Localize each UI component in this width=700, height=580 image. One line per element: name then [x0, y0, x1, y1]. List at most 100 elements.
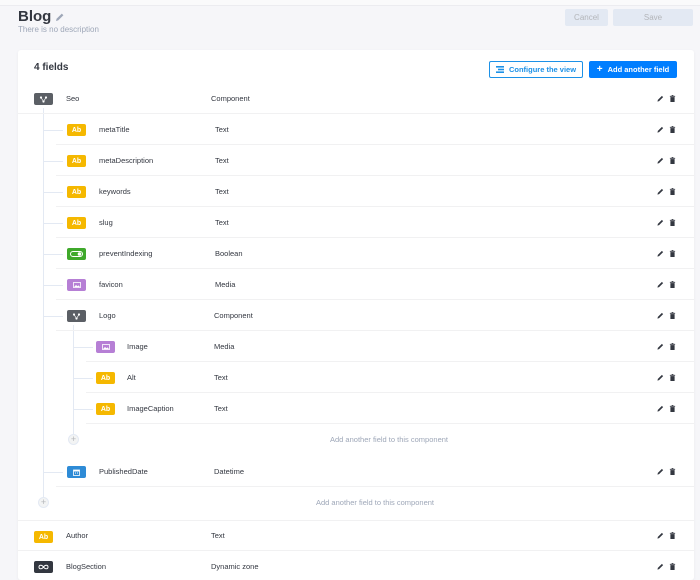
cancel-button[interactable]: Cancel — [565, 9, 608, 26]
trash-icon[interactable] — [669, 187, 676, 195]
edit-icon[interactable] — [657, 312, 664, 319]
infinity-icon — [34, 561, 53, 573]
text-type-icon: Ab — [67, 155, 86, 167]
field-type: Text — [215, 155, 229, 165]
field-type: Text — [214, 372, 228, 382]
add-field-button[interactable]: + Add another field — [589, 61, 677, 78]
field-row-slug[interactable]: Ab slug Text — [56, 207, 694, 238]
row-actions — [657, 467, 676, 475]
field-row-favicon[interactable]: favicon Media — [56, 269, 694, 300]
title-row: Blog — [18, 8, 65, 25]
row-actions — [657, 280, 676, 288]
field-row-image[interactable]: Image Media — [86, 331, 694, 362]
edit-icon[interactable] — [657, 126, 664, 133]
field-row-preventindexing[interactable]: preventIndexing Boolean — [56, 238, 694, 269]
edit-icon[interactable] — [657, 157, 664, 164]
trash-icon[interactable] — [669, 373, 676, 381]
trash-icon[interactable] — [669, 125, 676, 133]
add-field-to-component-link[interactable]: Add another field to this component — [330, 435, 448, 444]
page-header: Blog There is no description Cancel Save — [0, 6, 700, 46]
text-type-icon: Ab — [67, 217, 86, 229]
trash-icon[interactable] — [669, 532, 676, 539]
field-name: ImageCaption — [127, 403, 174, 413]
trash-icon[interactable] — [669, 249, 676, 257]
field-row-author[interactable]: Ab Author Text — [18, 520, 694, 551]
field-name: metaDescription — [99, 155, 154, 165]
field-type: Text — [214, 403, 228, 413]
edit-icon[interactable] — [657, 532, 664, 539]
field-name: Logo — [99, 310, 116, 320]
field-type: Text — [215, 186, 229, 196]
edit-icon[interactable] — [657, 281, 664, 288]
field-row-metadescription[interactable]: Ab metaDescription Text — [56, 145, 694, 176]
toggle-icon — [67, 248, 86, 260]
field-row-metatitle[interactable]: Ab metaTitle Text — [56, 114, 694, 145]
component-icon — [34, 93, 53, 105]
edit-title-icon[interactable] — [55, 12, 65, 22]
trash-icon[interactable] — [669, 94, 676, 102]
add-field-plus-icon[interactable]: + — [68, 434, 79, 445]
field-name: keywords — [99, 186, 131, 196]
edit-icon[interactable] — [657, 468, 664, 475]
edit-icon[interactable] — [657, 343, 664, 350]
row-actions — [657, 373, 676, 381]
edit-icon[interactable] — [657, 563, 664, 570]
field-name: Author — [66, 531, 89, 540]
field-row-keywords[interactable]: Ab keywords Text — [56, 176, 694, 207]
logo-add-field-row[interactable]: + Add another field to this component — [68, 424, 694, 455]
text-type-icon: Ab — [67, 124, 86, 136]
configure-view-button[interactable]: Configure the view — [489, 61, 583, 78]
row-actions — [657, 249, 676, 257]
field-row-blogsection[interactable]: BlogSection Dynamic zone — [18, 551, 694, 580]
trash-icon[interactable] — [669, 311, 676, 319]
field-name: BlogSection — [66, 561, 107, 571]
save-button[interactable]: Save — [613, 9, 693, 26]
edit-icon[interactable] — [657, 219, 664, 226]
page-description: There is no description — [18, 25, 99, 34]
field-type: Component — [214, 310, 253, 320]
trash-icon[interactable] — [669, 467, 676, 475]
field-row-seo[interactable]: Seo Component — [18, 83, 694, 114]
edit-icon[interactable] — [657, 405, 664, 412]
field-type: Dynamic zone — [211, 561, 259, 571]
field-type: Component — [211, 93, 250, 103]
row-actions — [657, 404, 676, 412]
row-actions — [657, 532, 676, 539]
add-field-plus-icon[interactable]: + — [38, 497, 49, 508]
field-name: Seo — [66, 93, 80, 103]
trash-icon[interactable] — [669, 342, 676, 350]
field-name: PublishedDate — [99, 466, 148, 476]
trash-icon[interactable] — [669, 280, 676, 288]
add-field-to-component-link[interactable]: Add another field to this component — [316, 498, 434, 507]
logo-tree-line — [73, 325, 74, 442]
page-title: Blog — [18, 8, 52, 25]
field-row-publisheddate[interactable]: PublishedDate Datetime — [56, 456, 694, 487]
image-icon — [96, 341, 115, 353]
trash-icon[interactable] — [669, 562, 676, 570]
row-actions — [657, 218, 676, 226]
seo-tree-line — [43, 108, 44, 503]
text-type-icon: Ab — [96, 403, 115, 415]
calendar-icon — [67, 466, 86, 478]
trash-icon[interactable] — [669, 156, 676, 164]
field-row-logo[interactable]: Logo Component — [56, 300, 694, 331]
field-name: Image — [127, 341, 148, 351]
field-row-imagecaption[interactable]: Ab ImageCaption Text — [86, 393, 694, 424]
row-actions — [657, 94, 676, 102]
field-row-alt[interactable]: Ab Alt Text — [86, 362, 694, 393]
edit-icon[interactable] — [657, 250, 664, 257]
edit-icon[interactable] — [657, 95, 664, 102]
trash-icon[interactable] — [669, 218, 676, 226]
text-type-icon: Ab — [96, 372, 115, 384]
fields-count: 4 fields — [34, 62, 69, 73]
add-field-label: Add another field — [607, 65, 670, 74]
field-name: slug — [99, 217, 113, 227]
row-actions — [657, 187, 676, 195]
edit-icon[interactable] — [657, 188, 664, 195]
field-name: favicon — [99, 279, 123, 289]
layout-icon — [495, 66, 504, 73]
edit-icon[interactable] — [657, 374, 664, 381]
trash-icon[interactable] — [669, 404, 676, 412]
field-name: preventIndexing — [99, 248, 153, 258]
seo-add-field-row[interactable]: + Add another field to this component — [18, 487, 694, 518]
